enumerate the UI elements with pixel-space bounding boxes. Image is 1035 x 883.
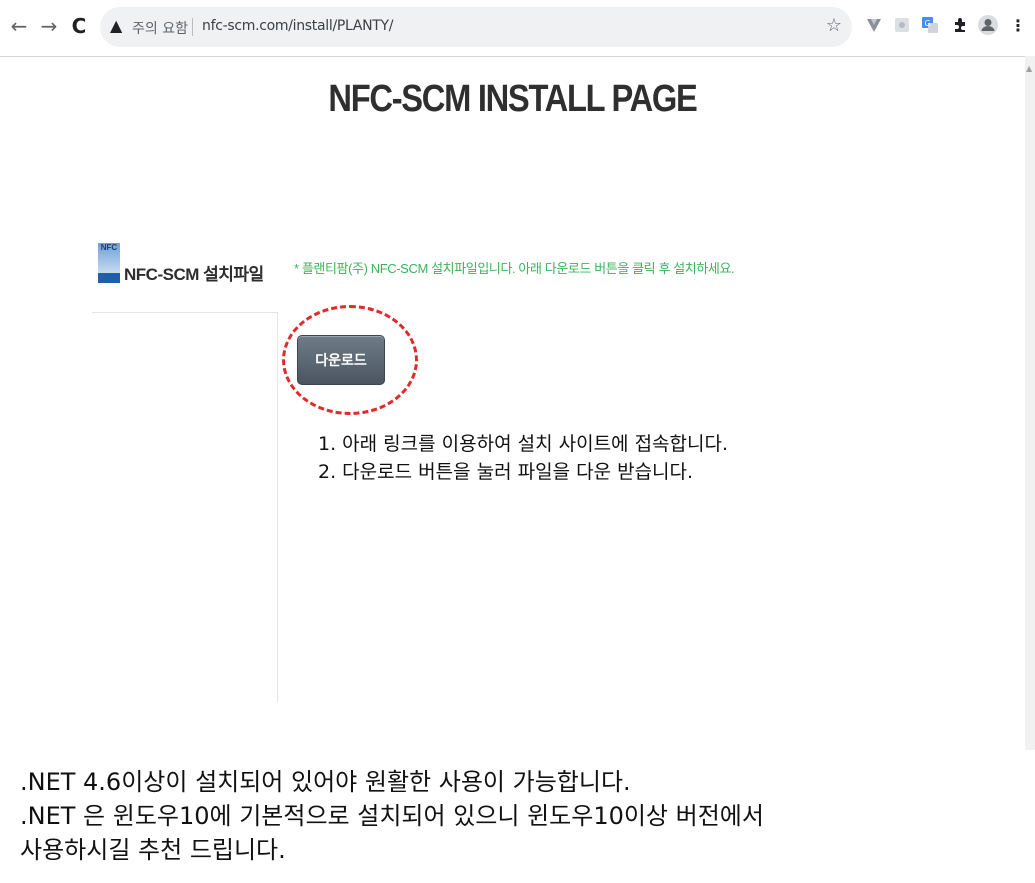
svg-text:G: G — [925, 19, 931, 28]
back-icon[interactable]: ← — [8, 12, 30, 40]
vertical-scrollbar[interactable]: ▲ — [1025, 56, 1035, 750]
scroll-up-icon[interactable]: ▲ — [1026, 64, 1032, 73]
address-bar[interactable]: ▲ 주의 요함 nfc-scm.com/install/PLANTY/ ☆ — [100, 7, 852, 47]
translate-extension-icon[interactable]: G — [920, 14, 940, 36]
star-icon[interactable]: ☆ — [826, 15, 842, 36]
step-item: 1. 아래 링크를 이용하여 설치 사이트에 접속합니다. — [318, 433, 729, 455]
warning-icon[interactable]: ▲ — [110, 16, 122, 35]
reload-icon[interactable]: C — [68, 12, 90, 40]
logo-text: NFC — [98, 243, 120, 273]
step-item: 2. 다운로드 버튼을 눌러 파일을 다운 받습니다. — [318, 461, 694, 483]
forward-icon[interactable]: → — [38, 12, 60, 40]
requirements-note: .NET 4.6이상이 설치되어 있어야 원활한 사용이 가능합니다. .NET… — [20, 765, 764, 867]
menu-icon[interactable]: ⋮ — [1008, 14, 1028, 36]
install-notice: * 플랜티팜(주) NFC-SCM 설치파일입니다. 아래 다운로드 버튼을 클… — [294, 261, 735, 276]
extensions-icon[interactable] — [950, 14, 970, 36]
browser-toolbar: ← → C ▲ 주의 요함 nfc-scm.com/install/PLANTY… — [0, 0, 1035, 57]
page-title: NFC-SCM INSTALL PAGE — [328, 78, 697, 120]
note-line: 사용하시길 추천 드립니다. — [20, 836, 286, 864]
note-line: .NET 4.6이상이 설치되어 있어야 원활한 사용이 가능합니다. — [20, 768, 631, 796]
note-line: .NET 은 윈도우10에 기본적으로 설치되어 있으니 윈도우10이상 버전에… — [20, 802, 764, 830]
omnibox-divider — [192, 18, 193, 36]
sidebar-divider — [92, 312, 277, 313]
profile-icon[interactable] — [978, 14, 998, 36]
security-label[interactable]: 주의 요함 — [132, 18, 188, 38]
sidebar-border — [277, 312, 278, 702]
install-steps: 1. 아래 링크를 이용하여 설치 사이트에 접속합니다. 2. 다운로드 버튼… — [318, 430, 728, 486]
url-text[interactable]: nfc-scm.com/install/PLANTY/ — [202, 18, 394, 34]
sidebar-title: NFC-SCM 설치파일 — [124, 265, 264, 284]
logo-stripe — [98, 273, 120, 283]
download-button[interactable]: 다운로드 — [297, 335, 385, 385]
vuetify-extension-icon[interactable] — [864, 14, 884, 36]
nfc-logo: NFC — [98, 243, 120, 283]
puzzle-extension-icon[interactable] — [892, 14, 912, 36]
